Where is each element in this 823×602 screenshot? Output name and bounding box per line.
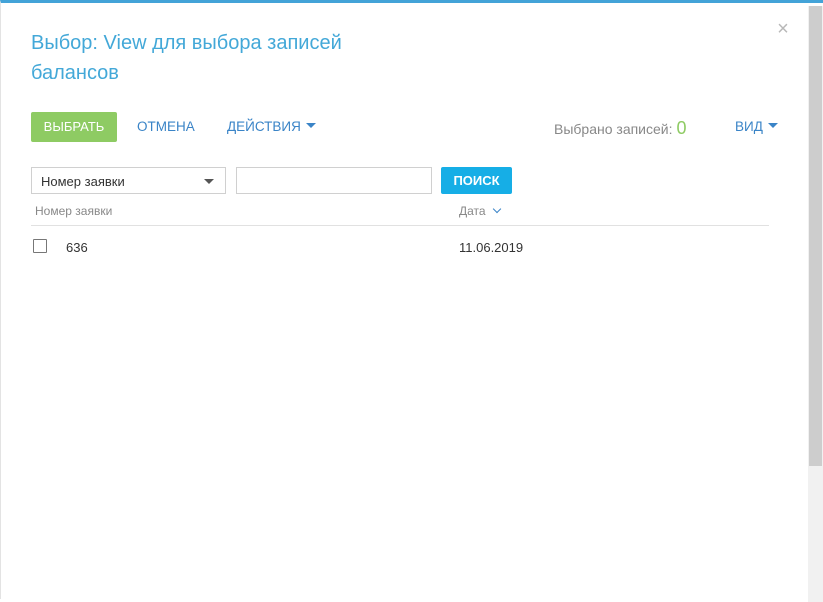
search-button[interactable]: ПОИСК (441, 167, 512, 194)
selected-count: Выбрано записей: 0 (554, 118, 687, 139)
cancel-button[interactable]: ОТМЕНА (137, 112, 195, 142)
table-row[interactable]: 636 11.06.2019 (31, 233, 769, 261)
cell-date: 11.06.2019 (459, 240, 524, 255)
selection-dialog: Выбор: View для выбора записей балансов … (0, 0, 823, 602)
column-header-date-label: Дата (459, 204, 486, 218)
actions-label: ДЕЙСТВИЯ (227, 119, 301, 134)
scrollbar-thumb[interactable] (809, 6, 822, 466)
column-header-date[interactable]: Дата (459, 204, 501, 218)
search-column-select[interactable]: Номер заявки (31, 167, 226, 194)
view-menu-button[interactable]: ВИД (735, 112, 778, 142)
search-input[interactable] (236, 167, 432, 194)
row-checkbox[interactable] (33, 239, 47, 253)
vertical-scrollbar[interactable] (808, 6, 823, 602)
select-button[interactable]: ВЫБРАТЬ (31, 112, 117, 142)
search-column-value: Номер заявки (41, 174, 125, 189)
selected-count-label: Выбрано записей: (554, 121, 673, 137)
close-icon[interactable]: × (773, 19, 793, 39)
caret-down-icon (305, 122, 316, 128)
chevron-down-icon (204, 179, 214, 184)
sort-desc-icon (492, 204, 501, 214)
actions-menu-button[interactable]: ДЕЙСТВИЯ (227, 112, 316, 142)
selected-count-value: 0 (676, 118, 687, 138)
dialog-title: Выбор: View для выбора записей балансов (31, 32, 342, 84)
grid-header: Номер заявки Дата (31, 204, 769, 226)
view-label: ВИД (735, 119, 763, 134)
caret-down-icon (767, 122, 778, 128)
cell-number: 636 (66, 240, 88, 255)
column-header-number[interactable]: Номер заявки (35, 204, 112, 218)
